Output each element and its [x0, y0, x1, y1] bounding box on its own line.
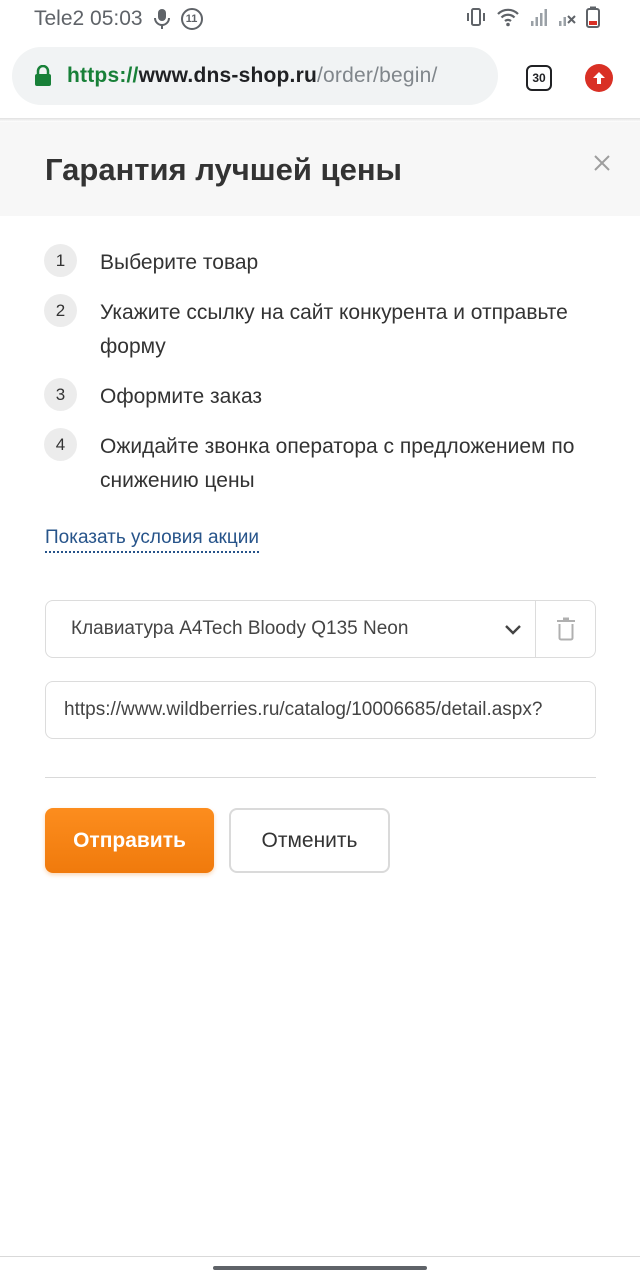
- steps-list: 1 Выберите товар 2 Укажите ссылку на сай…: [44, 244, 604, 512]
- url-host: www.dns-shop.ru: [138, 64, 317, 87]
- step-item: 2 Укажите ссылку на сайт конкурента и от…: [44, 294, 604, 364]
- carrier-time: Tele2 05:03: [34, 7, 143, 30]
- step-number: 2: [44, 294, 77, 327]
- modal-header: Гарантия лучшей цены: [0, 122, 640, 216]
- product-select-value: Клавиатура A4Tech Bloody Q135 Neon: [71, 618, 409, 639]
- tab-switcher-button[interactable]: 30: [526, 65, 552, 91]
- modal-title: Гарантия лучшей цены: [45, 152, 403, 187]
- address-bar[interactable]: https://www.dns-shop.ru/order/begin/: [12, 47, 498, 105]
- signal-icon: [531, 9, 547, 26]
- step-text: Оформите заказ: [100, 385, 263, 408]
- step-text: Ожидайте звонка оператора с предложением…: [100, 435, 575, 492]
- step-number: 1: [44, 244, 77, 277]
- status-right: [466, 6, 600, 28]
- url-scheme: https://: [67, 64, 139, 87]
- url-text: https://www.dns-shop.ru/order/begin/: [67, 64, 438, 88]
- lock-icon: [35, 65, 51, 86]
- arrow-up-icon: [593, 72, 605, 84]
- delete-product-button[interactable]: [535, 601, 595, 657]
- url-path: /order/begin/: [316, 64, 438, 87]
- step-number: 3: [44, 378, 77, 411]
- show-conditions-link[interactable]: Показать условия акции: [45, 527, 259, 553]
- product-select[interactable]: Клавиатура A4Tech Bloody Q135 Neon: [45, 600, 596, 658]
- home-indicator[interactable]: [213, 1266, 427, 1270]
- step-number: 4: [44, 428, 77, 461]
- wifi-icon: [497, 8, 519, 27]
- step-text: Укажите ссылку на сайт конкурента и отпр…: [100, 301, 568, 358]
- notification-count-badge: 11: [180, 8, 203, 30]
- battery-low-icon: [586, 6, 600, 28]
- step-item: 4 Ожидайте звонка оператора с предложени…: [44, 428, 604, 498]
- step-text: Выберите товар: [100, 251, 259, 274]
- competitor-url-field[interactable]: [45, 681, 596, 739]
- status-bar: Tele2 05:03 11: [0, 0, 640, 38]
- divider: [45, 777, 596, 778]
- close-icon[interactable]: [591, 152, 613, 174]
- trash-icon: [556, 617, 575, 641]
- browser-toolbar: https://www.dns-shop.ru/order/begin/ 30: [0, 40, 640, 118]
- step-item: 3 Оформите заказ: [44, 378, 604, 414]
- navigation-bar-divider: [0, 1256, 640, 1257]
- cancel-button[interactable]: Отменить: [229, 808, 390, 873]
- vibrate-icon: [467, 8, 485, 26]
- status-left: Tele2 05:03 11: [34, 7, 203, 31]
- submit-button[interactable]: Отправить: [45, 808, 214, 873]
- update-button[interactable]: [585, 64, 613, 92]
- step-item: 1 Выберите товар: [44, 244, 604, 280]
- chevron-down-icon[interactable]: [503, 619, 523, 639]
- microphone-icon: [153, 9, 170, 29]
- no-signal-icon: [559, 15, 576, 26]
